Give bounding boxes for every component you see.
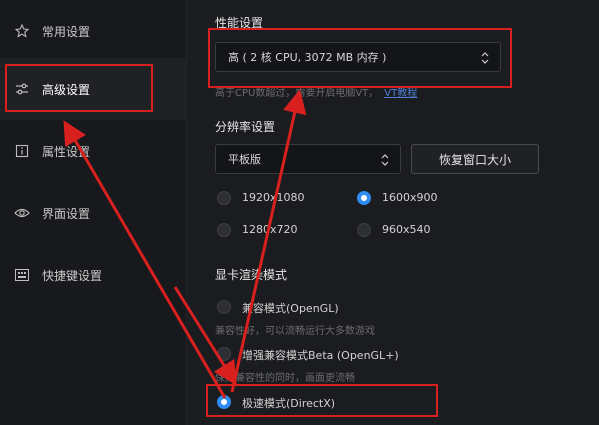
sidebar-item-label: 常用设置 (42, 24, 91, 39)
vt-tutorial-link[interactable]: VT教程 (384, 88, 417, 99)
performance-select[interactable]: 高 ( 2 核 CPU, 3072 MB 内存 ) (215, 42, 501, 72)
radio-label-1600x900: 1600x900 (382, 191, 438, 204)
sidebar-item-properties[interactable]: 属性设置 (0, 120, 186, 182)
enhanced-opengl-desc: 保持兼容性的同时，画面更流畅 (215, 373, 355, 384)
radio-label-enhanced-opengl: 增强兼容模式Beta (OpenGL+) (242, 349, 399, 362)
radio-label-directx: 极速模式(DirectX) (242, 397, 336, 410)
performance-note-text: 高于CPU数超过，需要开启电脑VT， (215, 88, 379, 99)
section-title-resolution: 分辨率设置 (215, 120, 276, 134)
radio-label-1920x1080: 1920x1080 (242, 191, 305, 204)
performance-select-value: 高 ( 2 核 CPU, 3072 MB 内存 ) (228, 51, 387, 64)
section-title-performance: 性能设置 (215, 16, 264, 30)
keyboard-icon (14, 267, 30, 283)
star-icon (14, 23, 30, 39)
radio-directx[interactable] (217, 395, 231, 409)
sidebar-item-label: 属性设置 (42, 144, 91, 159)
eye-icon (14, 205, 30, 221)
settings-main-panel: 性能设置 高 ( 2 核 CPU, 3072 MB 内存 ) 高于CPU数超过，… (187, 0, 599, 425)
chevron-updown-icon (480, 51, 490, 65)
radio-label-1280x720: 1280x720 (242, 223, 298, 236)
radio-1920x1080[interactable] (217, 191, 231, 205)
sidebar-item-advanced[interactable]: 高级设置 (0, 58, 186, 120)
info-icon (14, 143, 30, 159)
chevron-updown-icon (380, 153, 390, 167)
section-title-render-mode: 显卡渲染模式 (215, 268, 288, 282)
performance-note: 高于CPU数超过，需要开启电脑VT， VT教程 (215, 84, 417, 99)
radio-label-compat-opengl: 兼容模式(OpenGL) (242, 302, 339, 315)
resolution-mode-select[interactable]: 平板版 (215, 144, 401, 174)
radio-1600x900[interactable] (357, 191, 371, 205)
compat-opengl-desc: 兼容性好，可以流畅运行大多数游戏 (215, 326, 375, 337)
sliders-icon (14, 81, 30, 97)
sidebar-item-interface[interactable]: 界面设置 (0, 182, 186, 244)
settings-sidebar: 常用设置 高级设置 属性设置 界面设置 快捷键设置 (0, 0, 187, 425)
radio-960x540[interactable] (357, 223, 371, 237)
radio-enhanced-opengl[interactable] (217, 347, 231, 361)
sidebar-item-label: 高级设置 (42, 82, 91, 97)
sidebar-item-label: 快捷键设置 (42, 268, 103, 283)
resolution-mode-value: 平板版 (228, 153, 261, 166)
sidebar-item-shortcuts[interactable]: 快捷键设置 (0, 244, 186, 306)
sidebar-item-general[interactable]: 常用设置 (0, 0, 186, 62)
radio-compat-opengl[interactable] (217, 300, 231, 314)
radio-1280x720[interactable] (217, 223, 231, 237)
radio-label-960x540: 960x540 (382, 223, 431, 236)
restore-window-size-button[interactable]: 恢复窗口大小 (411, 144, 539, 174)
sidebar-item-label: 界面设置 (42, 206, 91, 221)
